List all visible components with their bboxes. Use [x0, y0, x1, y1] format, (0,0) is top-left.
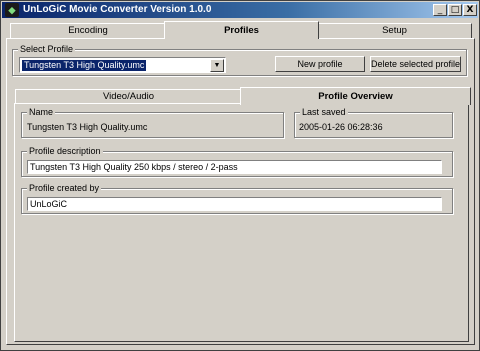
last-saved-group: Last saved 2005-01-26 06:28:36: [294, 107, 453, 138]
close-button[interactable]: X: [463, 4, 477, 16]
maximize-button[interactable]: □: [448, 4, 462, 16]
app-icon: ◆: [5, 3, 19, 17]
created-by-label: Profile created by: [27, 183, 102, 194]
chevron-down-icon[interactable]: ▼: [210, 59, 224, 72]
delete-profile-button[interactable]: Delete selected profile: [370, 56, 461, 72]
new-profile-button[interactable]: New profile: [275, 56, 365, 72]
last-saved-value: 2005-01-26 06:28:36: [299, 122, 383, 132]
tab-encoding[interactable]: Encoding: [10, 23, 166, 39]
last-saved-label: Last saved: [300, 107, 348, 118]
app-window: ◆ UnLoGiC Movie Converter Version 1.0.0 …: [0, 0, 480, 351]
name-group: Name Tungsten T3 High Quality.umc: [21, 107, 284, 138]
name-label: Name: [27, 107, 56, 118]
tab-profile-overview[interactable]: Profile Overview: [240, 87, 471, 105]
tab-setup[interactable]: Setup: [317, 23, 472, 39]
profile-overview-panel: Name Tungsten T3 High Quality.umc Last s…: [14, 103, 469, 342]
tab-video-audio[interactable]: Video/Audio: [15, 89, 242, 104]
title-bar[interactable]: ◆ UnLoGiC Movie Converter Version 1.0.0 …: [2, 2, 478, 18]
description-field[interactable]: Tungsten T3 High Quality 250 kbps / ster…: [27, 160, 442, 174]
tab-profiles[interactable]: Profiles: [164, 21, 319, 39]
profile-select[interactable]: Tungsten T3 High Quality.umc ▼: [19, 57, 226, 73]
select-profile-group: Select Profile Tungsten T3 High Quality.…: [12, 44, 467, 76]
window-title: UnLoGiC Movie Converter Version 1.0.0: [23, 4, 212, 15]
profile-name-value: Tungsten T3 High Quality.umc: [27, 122, 148, 132]
created-by-group: Profile created by UnLoGiC: [21, 183, 453, 214]
profile-select-value: Tungsten T3 High Quality.umc: [22, 60, 147, 71]
created-by-field[interactable]: UnLoGiC: [27, 197, 442, 211]
select-profile-label: Select Profile: [18, 44, 76, 55]
description-group: Profile description Tungsten T3 High Qua…: [21, 146, 453, 177]
minimize-button[interactable]: _: [433, 4, 447, 16]
description-label: Profile description: [27, 146, 103, 157]
profiles-panel: Select Profile Tungsten T3 High Quality.…: [6, 38, 475, 345]
